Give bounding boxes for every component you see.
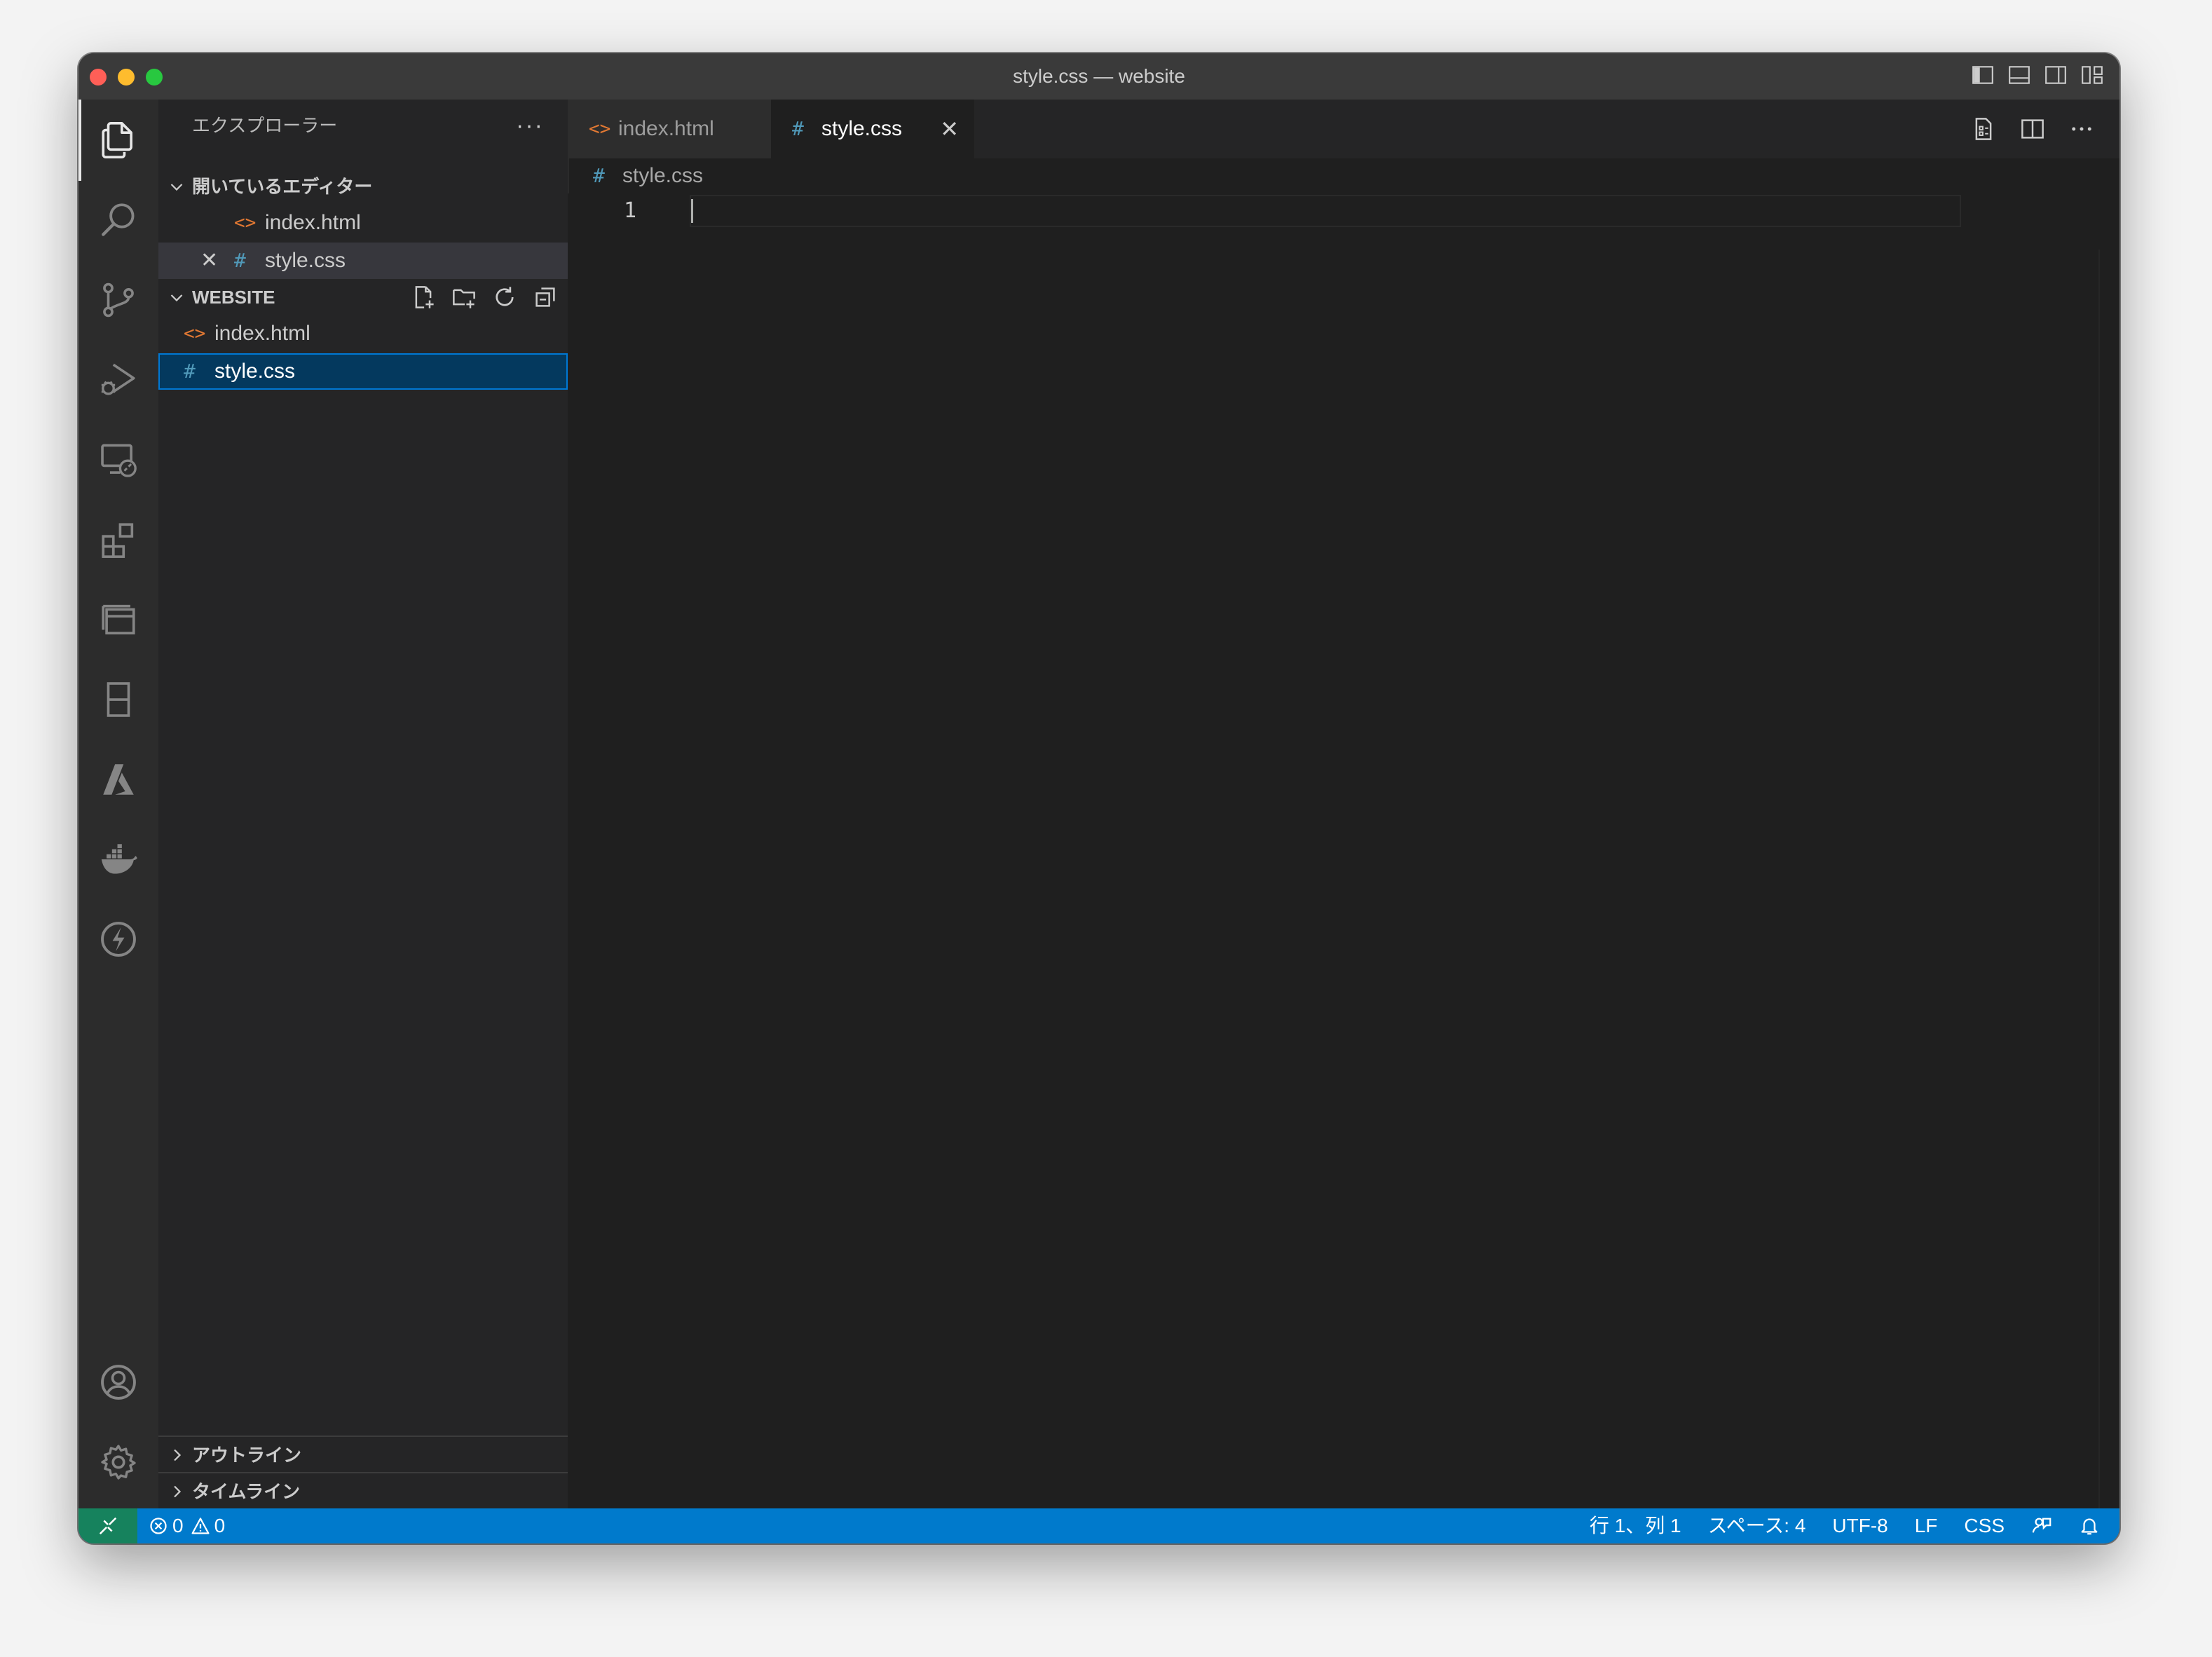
website-title: WEBSITE	[192, 287, 275, 308]
open-editors-section-header[interactable]: 開いているエディター	[158, 168, 568, 205]
file-tree-item[interactable]: # style.css	[158, 353, 568, 390]
open-editor-label: index.html	[265, 211, 361, 234]
feedback-icon[interactable]	[2031, 1515, 2052, 1536]
website-section-header[interactable]: WEBSITE	[158, 279, 568, 315]
text-cursor	[691, 199, 693, 223]
chevron-down-icon	[170, 294, 183, 302]
extensions-icon[interactable]	[78, 505, 158, 575]
html-file-icon: <>	[589, 118, 611, 139]
warning-icon	[191, 1518, 210, 1534]
explorer-icon[interactable]	[78, 105, 158, 175]
encoding[interactable]: UTF-8	[1832, 1508, 1887, 1543]
file-tree-label: style.css	[214, 360, 296, 383]
more-actions-icon[interactable]	[2069, 116, 2096, 143]
html-file-icon: <>	[184, 323, 206, 344]
error-count: 0	[172, 1515, 184, 1536]
language-mode[interactable]: CSS	[1964, 1508, 2005, 1543]
editor-actions	[1971, 116, 2096, 143]
error-icon	[150, 1518, 167, 1534]
remote-explorer-icon[interactable]	[78, 425, 158, 495]
problems-indicator[interactable]: 0 0	[149, 1508, 225, 1543]
source-control-icon[interactable]	[78, 265, 158, 335]
current-line-highlight	[690, 195, 1961, 227]
explorer-sidebar: エクスプローラー ··· 開いているエディター <> index.html ✕ …	[158, 100, 569, 1508]
cursor-position[interactable]: 行 1、列 1	[1590, 1508, 1681, 1543]
editor-tabs: <> index.html # style.css ✕	[568, 100, 2119, 158]
tab-index-html[interactable]: <> index.html	[568, 100, 771, 158]
more-actions-icon[interactable]: ···	[516, 112, 544, 139]
chevron-down-icon	[170, 184, 183, 191]
lightning-icon[interactable]	[78, 904, 158, 974]
css-file-icon: #	[184, 360, 196, 383]
line-number: 1	[624, 198, 637, 223]
open-editor-item[interactable]: ✕ # style.css	[158, 243, 568, 279]
activity-bar	[78, 100, 158, 1508]
indentation[interactable]: スペース: 4	[1708, 1508, 1806, 1543]
css-file-icon: #	[593, 164, 605, 187]
status-right-items: 行 1、列 1 スペース: 4 UTF-8 LF CSS	[1590, 1508, 2100, 1543]
new-folder-icon[interactable]	[451, 285, 477, 310]
notifications-bell-icon[interactable]	[2079, 1515, 2100, 1536]
code-editor[interactable]: 1	[568, 193, 2119, 1511]
toggle-secondary-sidebar-icon[interactable]	[2044, 63, 2068, 88]
toggle-panel-icon[interactable]	[2007, 63, 2031, 88]
chevron-right-icon	[174, 1485, 182, 1498]
book-icon[interactable]	[78, 664, 158, 735]
run-debug-icon[interactable]	[78, 345, 158, 415]
title-bar: style.css — website	[78, 53, 2119, 101]
open-editor-label: style.css	[265, 249, 346, 272]
close-icon[interactable]: ✕	[940, 100, 959, 158]
file-tree-label: index.html	[214, 322, 310, 345]
window-title: style.css — website	[1013, 65, 1185, 87]
collapse-all-icon[interactable]	[533, 285, 558, 310]
customize-layout-icon[interactable]	[2080, 63, 2104, 88]
search-icon[interactable]	[78, 185, 158, 255]
open-preview-icon[interactable]	[1971, 116, 1998, 143]
account-icon[interactable]	[78, 1347, 158, 1417]
end-of-line[interactable]: LF	[1915, 1508, 1938, 1543]
split-editor-icon[interactable]	[2020, 116, 2047, 143]
tab-label: index.html	[618, 117, 714, 140]
azure-icon[interactable]	[78, 744, 158, 814]
outline-title: アウトライン	[192, 1445, 302, 1466]
tab-style-css[interactable]: # style.css ✕	[771, 100, 974, 158]
layout-controls	[1971, 63, 2104, 91]
settings-gear-icon[interactable]	[78, 1427, 158, 1497]
warning-count: 0	[214, 1515, 226, 1536]
timeline-section-header[interactable]: タイムライン	[158, 1472, 568, 1510]
docker-icon[interactable]	[78, 824, 158, 894]
vscode-window: style.css — website エクスプローラー ··· 開いているエデ…	[78, 53, 2119, 1543]
new-file-icon[interactable]	[411, 285, 436, 310]
close-icon[interactable]: ✕	[200, 243, 218, 279]
editor-scrollbar[interactable]	[2098, 250, 2100, 1511]
tab-label: style.css	[821, 117, 903, 140]
open-editor-item[interactable]: <> index.html	[158, 205, 568, 241]
chevron-right-icon	[174, 1449, 182, 1461]
status-bar: 0 0 行 1、列 1 スペース: 4 UTF-8 LF CSS	[78, 1508, 2119, 1543]
remote-indicator-icon[interactable]	[78, 1508, 137, 1543]
sidebar-title: エクスプローラー	[192, 115, 338, 136]
refresh-icon[interactable]	[492, 285, 517, 310]
file-tree-item[interactable]: <> index.html	[158, 315, 568, 352]
html-file-icon: <>	[234, 212, 257, 233]
css-file-icon: #	[234, 249, 246, 272]
breadcrumb-label: style.css	[622, 164, 704, 187]
toggle-primary-sidebar-icon[interactable]	[1971, 63, 1995, 88]
explorer-actions	[411, 285, 558, 310]
css-file-icon: #	[792, 117, 804, 140]
timeline-title: タイムライン	[192, 1481, 301, 1502]
outline-section-header[interactable]: アウトライン	[158, 1436, 568, 1473]
open-editors-title: 開いているエディター	[192, 176, 373, 197]
containers-icon[interactable]	[78, 585, 158, 655]
